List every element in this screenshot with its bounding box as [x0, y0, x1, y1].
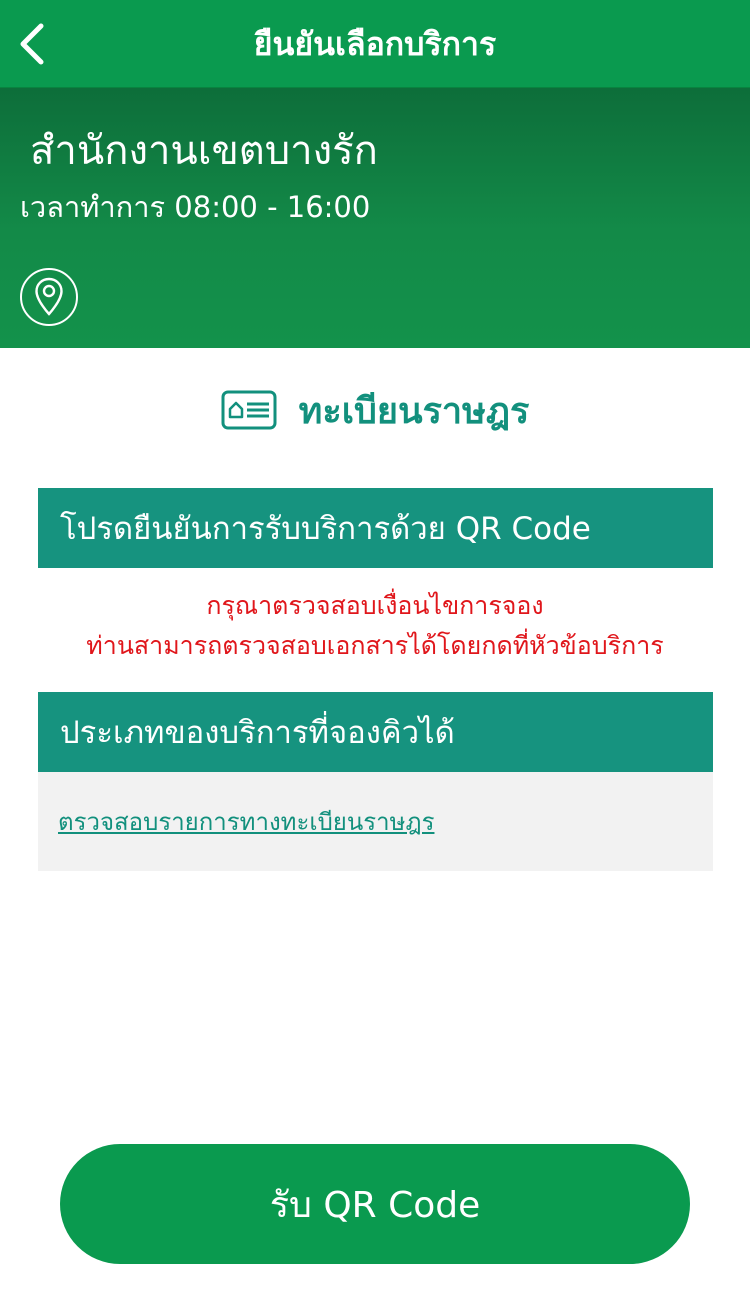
id-card-icon	[221, 390, 277, 430]
nav-bar: ยืนยันเลือกบริการ	[0, 0, 750, 88]
office-name: สำนักงานเขตบางรัก	[30, 128, 378, 174]
warning-text-line-2: ท่านสามารถตรวจสอบเอกสารได้โดยกดที่หัวข้อ…	[86, 631, 664, 660]
get-qr-code-button[interactable]: รับ QR Code	[60, 1144, 690, 1264]
page-title: ยืนยันเลือกบริการ	[253, 25, 497, 63]
service-heading: ทะเบียนราษฎร	[0, 380, 750, 440]
service-list: ตรวจสอบรายการทางทะเบียนราษฎร	[38, 772, 713, 871]
location-pin-icon	[35, 277, 63, 316]
map-button[interactable]	[20, 268, 78, 326]
confirm-section-header: โปรดยืนยันการรับบริการด้วย QR Code	[38, 488, 713, 568]
service-item-link[interactable]: ตรวจสอบรายการทางทะเบียนราษฎร	[58, 802, 434, 841]
service-title: ทะเบียนราษฎร	[298, 390, 530, 432]
chevron-left-icon	[20, 23, 44, 65]
service-types-header: ประเภทของบริการที่จองคิวได้	[38, 692, 713, 772]
back-button[interactable]	[10, 16, 54, 72]
office-banner: สำนักงานเขตบางรัก เวลาทำการ 08:00 - 16:0…	[0, 88, 750, 348]
warning-text-line-1: กรุณาตรวจสอบเงื่อนไขการจอง	[206, 591, 544, 620]
office-hours: เวลาทำการ 08:00 - 16:00	[20, 190, 371, 224]
